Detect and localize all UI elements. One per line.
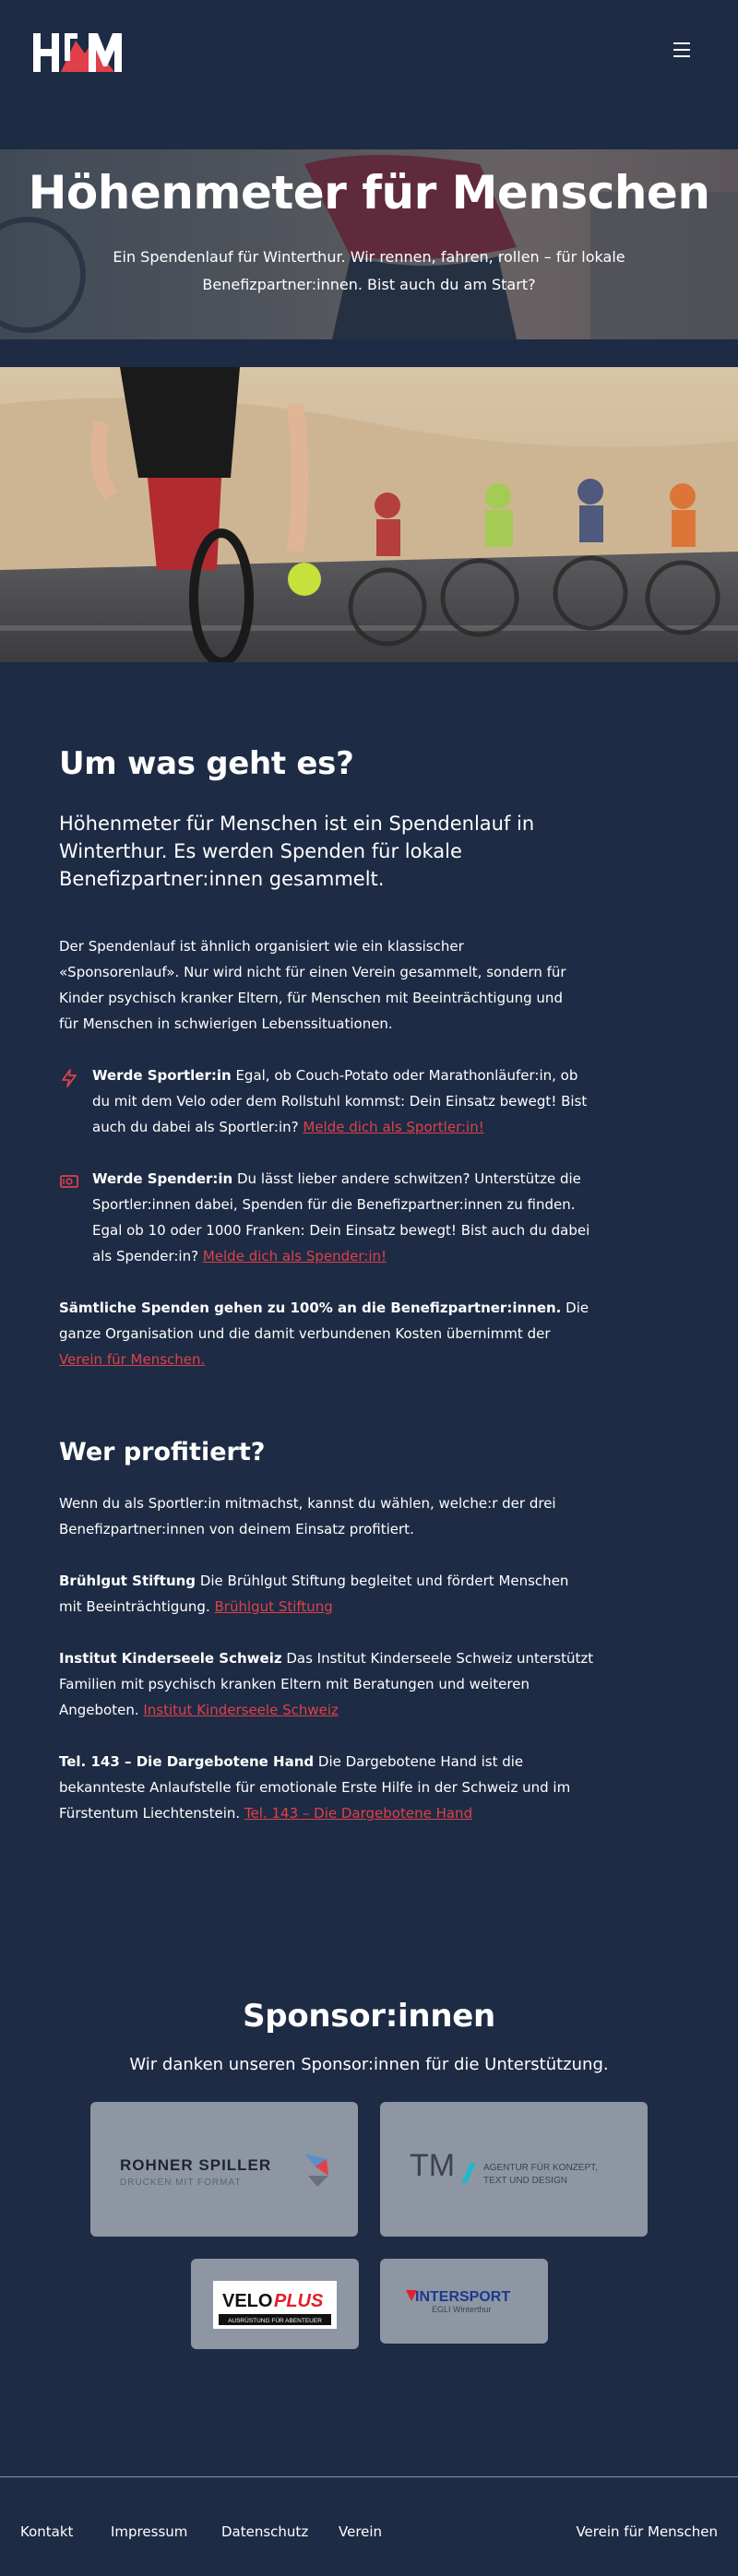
sponsors-section: Sponsor:innen Wir danken unseren Sponsor… xyxy=(0,1996,738,2379)
rohner-spiller-claim: DRUCKEN MIT FORMAT xyxy=(120,2178,242,2188)
site-header xyxy=(0,0,738,118)
rohner-spiller-logo: ROHNER SPILLER DRUCKEN MIT FORMAT xyxy=(120,2154,328,2188)
veloplus-logo: VELO PLUS AUSRÜSTUNG FÜR ABENTEUER xyxy=(213,2281,337,2329)
sponsor-rohner-spiller[interactable]: ROHNER SPILLER DRUCKEN MIT FORMAT xyxy=(90,2102,358,2237)
cyclists-photo xyxy=(0,367,738,662)
beneficiary-name: Institut Kinderseele Schweiz xyxy=(59,1650,282,1667)
beneficiary-bruehlgut: Brühlgut Stiftung Die Brühlgut Stiftung … xyxy=(59,1568,594,1620)
sponsors-heading: Sponsor:innen xyxy=(243,1998,495,2035)
main-content: Um was geht es? Höhenmeter für Menschen … xyxy=(0,662,738,1826)
verein-link[interactable]: Verein für Menschen. xyxy=(59,1351,205,1368)
about-heading: Um was geht es? xyxy=(59,745,354,782)
tm-claim-line2: TEXT UND DESIGN xyxy=(483,2176,567,2186)
register-athlete-link[interactable]: Melde dich als Sportler:in! xyxy=(303,1119,483,1135)
tm-mark: TM xyxy=(410,2148,455,2183)
site-footer: Kontakt Impressum Datenschutz Verein Ver… xyxy=(0,2476,738,2576)
hamburger-icon xyxy=(673,42,690,44)
beneficiary-name: Brühlgut Stiftung xyxy=(59,1573,196,1589)
menu-button[interactable] xyxy=(673,42,696,61)
tm-claim-line1: AGENTUR FÜR KONZEPT, xyxy=(483,2162,598,2173)
lightning-icon xyxy=(62,1069,77,1087)
footer-link-verein[interactable]: Verein xyxy=(339,2523,382,2540)
bruehlgut-link[interactable]: Brühlgut Stiftung xyxy=(215,1598,333,1615)
hfm-logo[interactable] xyxy=(33,33,122,72)
sponsors-subtitle: Wir danken unseren Sponsor:innen für die… xyxy=(129,2055,609,2074)
veloplus-plus: PLUS xyxy=(274,2291,324,2311)
cyclists-image xyxy=(0,367,738,662)
donation-note-bold: Sämtliche Spenden gehen zu 100% an die B… xyxy=(59,1300,562,1316)
dargebotene-hand-link[interactable]: Tel. 143 – Die Dargebotene Hand xyxy=(244,1805,472,1822)
footer-link-kontakt[interactable]: Kontakt xyxy=(20,2523,73,2540)
intersport-name: INTERSPORT xyxy=(415,2289,510,2305)
donation-note: Sämtliche Spenden gehen zu 100% an die B… xyxy=(59,1295,594,1372)
feature-athlete-title: Werde Sportler:in xyxy=(92,1067,232,1084)
tm-agentur-logo: TM AGENTUR FÜR KONZEPT, TEXT UND DESIGN xyxy=(410,2148,598,2186)
rohner-spiller-name: ROHNER SPILLER xyxy=(120,2156,271,2174)
beneficiary-name: Tel. 143 – Die Dargebotene Hand xyxy=(59,1753,315,1770)
beneficiary-kinderseele: Institut Kinderseele Schweiz Das Institu… xyxy=(59,1645,594,1723)
hfm-logo-graphic xyxy=(33,33,122,72)
about-lead: Höhenmeter für Menschen ist ein Spendenl… xyxy=(59,813,535,890)
sponsor-tm-agentur[interactable]: TM AGENTUR FÜR KONZEPT, TEXT UND DESIGN xyxy=(380,2102,648,2237)
hero-banner: Höhenmeter für Menschen Ein Spendenlauf … xyxy=(0,137,738,339)
feature-donor: Werde Spender:in Du lässt lieber andere … xyxy=(59,1166,598,1269)
sponsor-intersport[interactable]: INTERSPORT EGLI Winterthur xyxy=(380,2259,548,2344)
sponsor-veloplus[interactable]: VELO PLUS AUSRÜSTUNG FÜR ABENTEUER xyxy=(191,2259,359,2349)
beneficiary-143: Tel. 143 – Die Dargebotene Hand Die Darg… xyxy=(59,1749,594,1826)
footer-brand-link[interactable]: Verein für Menschen xyxy=(576,2523,718,2540)
hero-title: Höhenmeter für Menschen xyxy=(28,166,710,220)
intersport-claim: EGLI Winterthur xyxy=(432,2305,492,2314)
about-paragraph: Der Spendenlauf ist ähnlich organisiert … xyxy=(59,938,566,1032)
register-donor-link[interactable]: Melde dich als Spender:in! xyxy=(203,1248,387,1264)
kinderseele-link[interactable]: Institut Kinderseele Schweiz xyxy=(143,1702,339,1718)
money-icon xyxy=(60,1175,78,1188)
feature-donor-title: Werde Spender:in xyxy=(92,1170,233,1187)
hero-subtitle: Ein Spendenlauf für Winterthur. Wir renn… xyxy=(113,248,625,293)
sponsor-grid: ROHNER SPILLER DRUCKEN MIT FORMAT TM AGE… xyxy=(0,2102,738,2379)
beneficiaries-intro: Wenn du als Sportler:in mitmachst, kanns… xyxy=(59,1495,556,1537)
feature-athlete: Werde Sportler:in Egal, ob Couch-Potato … xyxy=(59,1062,598,1140)
hamburger-icon-bar-bottom xyxy=(673,55,690,57)
intersport-logo: INTERSPORT EGLI Winterthur xyxy=(406,2289,510,2314)
beneficiaries-heading: Wer profitiert? xyxy=(59,1438,266,1466)
veloplus-claim: AUSRÜSTUNG FÜR ABENTEUER xyxy=(228,2317,322,2324)
veloplus-velo: VELO xyxy=(222,2291,272,2311)
hamburger-icon-bar xyxy=(673,49,690,51)
footer-link-impressum[interactable]: Impressum xyxy=(111,2523,187,2540)
footer-link-datenschutz[interactable]: Datenschutz xyxy=(221,2523,308,2540)
